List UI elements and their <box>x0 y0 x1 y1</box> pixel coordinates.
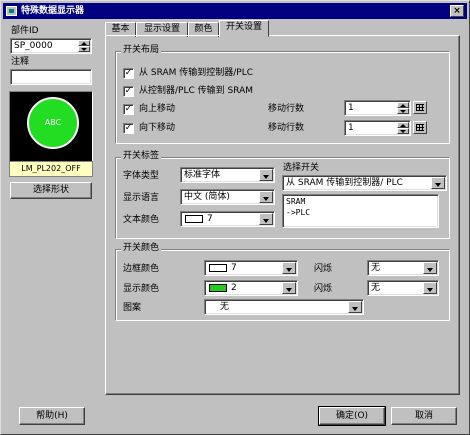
lamp-circle: ABC <box>27 97 79 149</box>
label-text-line-1: SRAM <box>286 197 306 206</box>
text-color-value: 7 <box>207 214 213 224</box>
keypad-icon[interactable] <box>413 101 427 114</box>
move-up-rows-label: 移动行数 <box>268 104 305 114</box>
select-switch-select[interactable]: 从 SRAM 传输到控制器/ PLC <box>282 175 447 191</box>
blink-label-1: 闪烁 <box>314 264 333 274</box>
move-up-checkbox[interactable]: ✓ <box>123 104 134 115</box>
select-shape-button[interactable]: 选择形状 <box>10 182 92 199</box>
comment-field[interactable] <box>10 69 92 85</box>
chevron-down-icon[interactable] <box>259 191 273 203</box>
chevron-down-icon[interactable] <box>431 177 445 189</box>
switch-color-title: 开关颜色 <box>121 243 162 254</box>
shape-name-text: LM_PL202_OFF <box>21 164 81 173</box>
part-id-field[interactable]: SP_0000 <box>10 38 92 54</box>
text-color-swatch <box>185 215 203 223</box>
pattern-value: 无 <box>220 302 230 312</box>
display-color-select[interactable]: 2 <box>204 280 298 296</box>
border-color-swatch <box>209 264 227 272</box>
title-bar: 特殊数据显示器 × <box>3 3 467 19</box>
chevron-down-icon[interactable] <box>282 282 296 294</box>
blink-select-2[interactable]: 无 <box>367 280 439 296</box>
font-type-select[interactable]: 标准字体 <box>180 167 275 183</box>
chevron-down-icon[interactable] <box>259 169 273 181</box>
text-color-select[interactable]: 7 <box>180 211 275 227</box>
close-button[interactable]: × <box>450 5 464 17</box>
move-up-rows-field[interactable]: 1 <box>344 100 411 116</box>
tab-switch-settings[interactable]: 开关设置 <box>219 20 269 37</box>
cancel-button[interactable]: 取消 <box>391 407 457 425</box>
spin-down-icon[interactable] <box>397 128 409 134</box>
display-language-select[interactable]: 中文 (简体) <box>180 189 275 205</box>
border-color-select[interactable]: 7 <box>204 260 298 276</box>
chevron-down-icon[interactable] <box>282 262 296 274</box>
chevron-down-icon[interactable] <box>259 213 273 225</box>
chevron-down-icon[interactable] <box>423 282 437 294</box>
sram-to-plc-checkbox[interactable]: ✓ <box>123 68 134 79</box>
border-color-label: 边框颜色 <box>123 264 160 274</box>
lamp-text: ABC <box>44 118 62 127</box>
display-language-label: 显示语言 <box>123 193 160 203</box>
move-up-label: 向上移动 <box>139 104 176 114</box>
move-down-rows-spinner[interactable] <box>397 122 409 134</box>
ok-button[interactable]: 确定(O) <box>319 407 385 425</box>
sram-to-plc-label: 从 SRAM 传输到控制器/PLC <box>139 68 254 78</box>
chevron-down-icon[interactable] <box>348 301 362 313</box>
display-language-value: 中文 (简体) <box>184 192 230 202</box>
move-up-rows-value: 1 <box>348 103 354 113</box>
blink-value-1: 无 <box>371 263 381 273</box>
select-switch-value: 从 SRAM 传输到控制器/ PLC <box>286 178 403 188</box>
window-title: 特殊数据显示器 <box>21 6 85 16</box>
blink-select-1[interactable]: 无 <box>367 260 439 276</box>
move-down-label: 向下移动 <box>139 123 176 133</box>
pattern-label: 图案 <box>123 303 142 313</box>
select-switch-label: 选择开关 <box>283 163 320 173</box>
move-down-rows-field[interactable]: 1 <box>344 120 411 136</box>
part-id-value: SP_0000 <box>14 41 53 51</box>
switch-layout-title: 开关布局 <box>121 45 162 56</box>
comment-label: 注释 <box>11 57 30 67</box>
border-color-value: 7 <box>231 263 237 273</box>
blink-value-2: 无 <box>371 283 381 293</box>
pattern-select[interactable]: 无 <box>204 299 364 315</box>
display-color-swatch <box>209 284 227 292</box>
spin-down-icon[interactable] <box>397 108 409 114</box>
display-color-value: 2 <box>231 283 237 293</box>
switch-label-title: 开关标签 <box>121 151 162 162</box>
font-type-label: 字体类型 <box>123 171 160 181</box>
move-down-rows-value: 1 <box>348 123 354 133</box>
label-text-area[interactable]: SRAM ->PLC <box>282 194 439 228</box>
move-down-checkbox[interactable]: ✓ <box>123 123 134 134</box>
text-color-label: 文本颜色 <box>123 215 160 225</box>
part-id-label: 部件ID <box>11 26 39 36</box>
keypad-icon[interactable] <box>413 121 427 134</box>
move-down-rows-label: 移动行数 <box>268 123 305 133</box>
spin-down-icon[interactable] <box>78 46 90 52</box>
plc-to-sram-label: 从控制器/PLC 传输到 SRAM <box>139 86 254 96</box>
label-text-line-2: ->PLC <box>286 208 311 217</box>
help-button[interactable]: 帮助(H) <box>19 407 85 425</box>
display-color-label: 显示颜色 <box>123 284 160 294</box>
plc-to-sram-checkbox[interactable]: ✓ <box>123 86 134 97</box>
blink-label-2: 闪烁 <box>314 284 333 294</box>
shape-name-label: LM_PL202_OFF <box>9 161 93 177</box>
font-type-value: 标准字体 <box>184 170 221 180</box>
shape-preview: ABC <box>9 91 93 161</box>
app-icon <box>6 6 17 16</box>
part-id-spinner[interactable] <box>78 40 90 52</box>
chevron-down-icon[interactable] <box>423 262 437 274</box>
move-up-rows-spinner[interactable] <box>397 102 409 114</box>
dialog-window: 特殊数据显示器 × 部件ID SP_0000 注释 ABC LM_PL202_O… <box>0 0 470 435</box>
